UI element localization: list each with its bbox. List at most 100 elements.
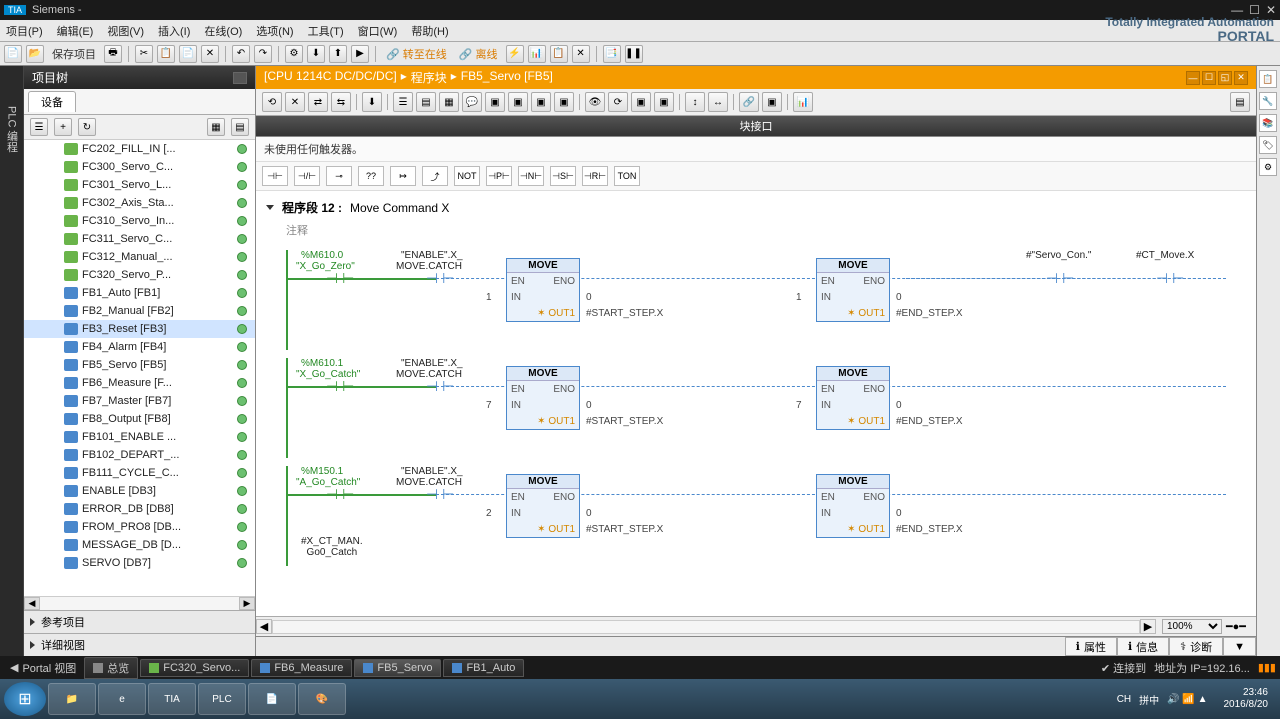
ime-indicator[interactable]: CH: [1117, 694, 1131, 705]
move-box-2[interactable]: MOVE ENENO IN ✶ OUT1: [816, 258, 890, 322]
rtab-4[interactable]: 🏷: [1259, 136, 1277, 154]
editor-min[interactable]: —: [1186, 71, 1200, 85]
etb-21[interactable]: 📊: [793, 92, 813, 112]
lad-element-7[interactable]: ⊣P⊢: [486, 166, 512, 186]
upload-button[interactable]: ⬆: [329, 45, 347, 63]
tree-item-21[interactable]: FROM_PRO8 [DB...: [24, 518, 255, 536]
task-tab-1[interactable]: FB6_Measure: [251, 659, 352, 677]
lad-element-9[interactable]: ⊣S⊢: [550, 166, 576, 186]
tray-icons[interactable]: 🔊 📶 ▲: [1167, 694, 1207, 705]
print-button[interactable]: 🖶: [104, 45, 122, 63]
no-contact[interactable]: ⊣ ⊢: [326, 270, 354, 287]
menu-options[interactable]: 选项(N): [256, 23, 293, 39]
zoom-slider[interactable]: ━●━: [1226, 620, 1246, 633]
undo-button[interactable]: ↶: [232, 45, 250, 63]
etb-mon[interactable]: 👁: [585, 92, 605, 112]
taskbar-app-2[interactable]: TIA: [148, 683, 196, 715]
bc-blocks[interactable]: 程序块: [411, 69, 447, 86]
no-contact-2[interactable]: ⊣ ⊢: [426, 270, 454, 287]
menu-insert[interactable]: 插入(I): [158, 23, 190, 39]
etb-8[interactable]: ▦: [439, 92, 459, 112]
go-online-button[interactable]: 🔗 转至在线: [382, 46, 451, 62]
tab-diagnostics[interactable]: ⚕ 诊断: [1169, 637, 1223, 656]
tree-item-10[interactable]: FB3_Reset [FB3]: [24, 320, 255, 338]
devices-tab[interactable]: 设备: [28, 91, 76, 112]
bc-cpu[interactable]: [CPU 1214C DC/DC/DC]: [264, 69, 397, 86]
no-contact[interactable]: ⊣ ⊢: [326, 378, 354, 395]
tree-item-11[interactable]: FB4_Alarm [FB4]: [24, 338, 255, 356]
etb-19[interactable]: 🔗: [739, 92, 759, 112]
tree-add-button[interactable]: +: [54, 118, 72, 136]
tb-d[interactable]: 📑: [603, 45, 621, 63]
tree-item-7[interactable]: FC320_Servo_P...: [24, 266, 255, 284]
go-offline-button[interactable]: 🔗 离线: [455, 46, 502, 62]
etb-11[interactable]: ▣: [508, 92, 528, 112]
project-tree[interactable]: FC202_FILL_IN [... FC300_Servo_C... FC30…: [24, 140, 255, 596]
rtab-5[interactable]: ⚙: [1259, 158, 1277, 176]
lad-element-4[interactable]: ↦: [390, 166, 416, 186]
network-header[interactable]: 程序段 12 : Move Command X: [266, 195, 1246, 220]
no-contact-2[interactable]: ⊣ ⊢: [426, 378, 454, 395]
compile-button[interactable]: ⚙: [285, 45, 303, 63]
lad-element-11[interactable]: TON: [614, 166, 640, 186]
overview-tab[interactable]: 总览: [84, 657, 138, 679]
no-contact-2[interactable]: ⊣ ⊢: [426, 486, 454, 503]
plc-programming-tab[interactable]: PLC 编程: [0, 66, 24, 656]
tree-view-a[interactable]: ▦: [207, 118, 225, 136]
lad-element-5[interactable]: ⤴: [422, 166, 448, 186]
lad-element-8[interactable]: ⊣N⊢: [518, 166, 544, 186]
tb-c[interactable]: 📋: [550, 45, 568, 63]
rung-2[interactable]: %M150.1 "A_Go_Catch" ⊣ ⊢ "ENABLE".X_ MOV…: [286, 466, 1226, 566]
etb-3[interactable]: ⇄: [308, 92, 328, 112]
etb-16[interactable]: ▣: [654, 92, 674, 112]
etb-7[interactable]: ▤: [416, 92, 436, 112]
menu-tools[interactable]: 工具(T): [308, 23, 344, 39]
block-interface-bar[interactable]: 块接口: [256, 116, 1256, 137]
tree-item-2[interactable]: FC301_Servo_L...: [24, 176, 255, 194]
rtab-2[interactable]: 🔧: [1259, 92, 1277, 110]
menu-view[interactable]: 视图(V): [107, 23, 144, 39]
tb-a[interactable]: ⚡: [506, 45, 524, 63]
tree-item-17[interactable]: FB102_DEPART_...: [24, 446, 255, 464]
rtab-3[interactable]: 📚: [1259, 114, 1277, 132]
move-box-1[interactable]: MOVE ENENO IN ✶ OUT1: [506, 474, 580, 538]
lad-element-10[interactable]: ⊣R⊢: [582, 166, 608, 186]
network-comment[interactable]: 注释: [266, 220, 1246, 240]
move-box-1[interactable]: MOVE ENENO IN ✶ OUT1: [506, 258, 580, 322]
lad-element-2[interactable]: ⊸: [326, 166, 352, 186]
zoom-select[interactable]: 100%: [1162, 619, 1222, 634]
tb-b[interactable]: 📊: [528, 45, 546, 63]
etb-13[interactable]: ▣: [554, 92, 574, 112]
reference-projects[interactable]: 参考项目: [24, 610, 255, 633]
etb-18[interactable]: ↔: [708, 92, 728, 112]
tree-item-9[interactable]: FB2_Manual [FB2]: [24, 302, 255, 320]
editor-scrollbar[interactable]: ◀ ▶ 100% ━●━: [256, 616, 1256, 636]
cut-button[interactable]: ✂: [135, 45, 153, 63]
save-button[interactable]: 保存项目: [48, 46, 100, 62]
tree-item-6[interactable]: FC312_Manual_...: [24, 248, 255, 266]
delete-button[interactable]: ✕: [201, 45, 219, 63]
tree-item-12[interactable]: FB5_Servo [FB5]: [24, 356, 255, 374]
redo-button[interactable]: ↷: [254, 45, 272, 63]
etb-20[interactable]: ▣: [762, 92, 782, 112]
etb-5[interactable]: ⬇: [362, 92, 382, 112]
tree-collapse-button[interactable]: ☰: [30, 118, 48, 136]
tree-item-4[interactable]: FC310_Servo_In...: [24, 212, 255, 230]
task-tab-3[interactable]: FB1_Auto: [443, 659, 524, 677]
tree-item-20[interactable]: ERROR_DB [DB8]: [24, 500, 255, 518]
taskbar-app-5[interactable]: 🎨: [298, 683, 346, 715]
tree-item-15[interactable]: FB8_Output [FB8]: [24, 410, 255, 428]
tree-item-8[interactable]: FB1_Auto [FB1]: [24, 284, 255, 302]
taskbar-app-0[interactable]: 📁: [48, 683, 96, 715]
etb-10[interactable]: ▣: [485, 92, 505, 112]
menu-window[interactable]: 窗口(W): [358, 23, 398, 39]
taskbar-app-1[interactable]: e: [98, 683, 146, 715]
tree-item-18[interactable]: FB111_CYCLE_C...: [24, 464, 255, 482]
tree-item-23[interactable]: SERVO [DB7]: [24, 554, 255, 572]
collapse-icon[interactable]: [266, 205, 274, 210]
etb-1[interactable]: ⟲: [262, 92, 282, 112]
lad-element-0[interactable]: ⊣⊢: [262, 166, 288, 186]
editor-max[interactable]: ☐: [1202, 71, 1216, 85]
menu-project[interactable]: 项目(P): [6, 23, 43, 39]
etb-17[interactable]: ↕: [685, 92, 705, 112]
